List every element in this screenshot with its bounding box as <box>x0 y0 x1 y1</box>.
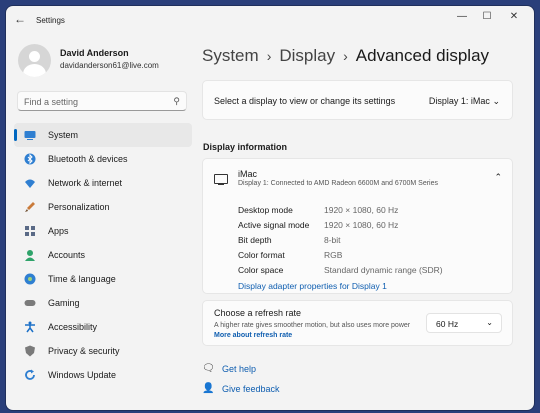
display-select-value: Display 1: iMac <box>428 96 490 106</box>
sidebar-item-apps[interactable]: Apps <box>14 219 192 243</box>
monitor-icon <box>214 174 228 185</box>
info-value: 1920 × 1080, 60 Hz <box>324 220 399 230</box>
sidebar-item-network[interactable]: Network & internet <box>14 171 192 195</box>
sidebar-item-label: System <box>48 130 79 140</box>
sidebar-item-personalization[interactable]: Personalization <box>14 195 192 219</box>
search-placeholder: Find a setting <box>24 97 79 107</box>
chevron-right-icon: › <box>343 48 348 64</box>
refresh-rate-value: 60 Hz <box>436 319 459 329</box>
display-info-card: iMac Display 1: Connected to AMD Radeon … <box>202 158 513 294</box>
sidebar-item-label: Accessibility <box>48 322 98 332</box>
apps-icon <box>25 226 35 236</box>
give-feedback-link[interactable]: Give feedback <box>222 384 280 394</box>
sidebar-item-accounts[interactable]: Accounts <box>14 243 192 267</box>
page-title: Advanced display <box>355 46 490 65</box>
chevron-up-icon[interactable]: ⌃ <box>494 172 502 183</box>
accounts-icon <box>25 250 35 261</box>
refresh-rate-desc-text: A higher rate gives smoother motion, but… <box>214 322 411 329</box>
adapter-properties-link[interactable]: Display adapter properties for Display 1 <box>238 281 387 291</box>
info-label: Bit depth <box>238 235 272 245</box>
more-about-refresh-link[interactable]: More about refresh rate <box>214 332 292 339</box>
sidebar-item-label: Gaming <box>48 298 80 308</box>
sidebar-item-time-language[interactable]: Time & language <box>14 267 192 291</box>
section-title: Display information <box>203 142 288 152</box>
info-value: 8-bit <box>324 235 341 245</box>
sidebar-item-bluetooth[interactable]: Bluetooth & devices <box>14 147 192 171</box>
info-value: RGB <box>324 250 343 260</box>
chevron-down-icon: ⌄ <box>492 96 500 106</box>
refresh-rate-title: Choose a refresh rate <box>214 308 302 318</box>
sidebar-item-label: Bluetooth & devices <box>48 154 128 164</box>
feedback-icon: 👤 <box>202 383 215 394</box>
display-select-label: Select a display to view or change its s… <box>214 96 396 106</box>
sidebar-item-label: Network & internet <box>48 178 123 188</box>
maximize-icon[interactable]: ☐ <box>479 11 495 25</box>
sidebar-nav: System Bluetooth & devices Network & int… <box>14 123 192 387</box>
gaming-icon <box>24 300 36 306</box>
sidebar-item-label: Privacy & security <box>48 346 120 356</box>
info-value: 1920 × 1080, 60 Hz <box>324 205 399 215</box>
sidebar-item-label: Time & language <box>48 274 116 284</box>
info-row: Color format RGB <box>238 250 342 260</box>
sidebar-item-label: Apps <box>48 226 69 236</box>
sidebar-item-gaming[interactable]: Gaming <box>14 291 192 315</box>
info-row: Bit depth 8-bit <box>238 235 341 245</box>
sidebar-item-label: Windows Update <box>48 370 117 380</box>
display-subtitle: Display 1: Connected to AMD Radeon 6600M… <box>238 180 439 187</box>
close-icon[interactable]: ✕ <box>506 11 522 25</box>
chevron-right-icon: › <box>266 48 272 64</box>
info-label: Active signal mode <box>238 220 310 230</box>
info-value: Standard dynamic range (SDR) <box>324 265 443 275</box>
display-select-card: Select a display to view or change its s… <box>202 80 513 120</box>
breadcrumb-system[interactable]: System <box>202 46 259 65</box>
refresh-rate-desc: A higher rate gives smoother motion, but… <box>214 321 414 341</box>
accessibility-icon <box>25 321 35 333</box>
chevron-down-icon: ⌄ <box>486 318 493 327</box>
sidebar-item-accessibility[interactable]: Accessibility <box>14 315 192 339</box>
info-label: Color space <box>238 265 284 275</box>
avatar <box>18 44 51 77</box>
settings-window: ← Settings — ☐ ✕ David Anderson davidand… <box>6 6 534 410</box>
bluetooth-icon <box>24 153 36 165</box>
sidebar-item-system[interactable]: System <box>14 123 192 147</box>
info-row: Active signal mode 1920 × 1080, 60 Hz <box>238 220 398 230</box>
system-icon <box>24 131 36 140</box>
info-label: Color format <box>238 250 285 260</box>
sidebar-item-privacy[interactable]: Privacy & security <box>14 339 192 363</box>
globe-icon <box>24 273 36 285</box>
title-bar: ← Settings — ☐ ✕ <box>6 6 534 34</box>
breadcrumb-display[interactable]: Display <box>279 46 335 65</box>
refresh-rate-dropdown[interactable]: 60 Hz ⌄ <box>426 313 502 333</box>
search-input[interactable]: Find a setting ⚲ <box>17 91 187 111</box>
update-icon <box>25 369 35 380</box>
shield-icon <box>25 345 35 357</box>
help-icon: 🗨 <box>202 363 215 374</box>
info-label: Desktop mode <box>238 205 293 215</box>
info-row: Color space Standard dynamic range (SDR) <box>238 265 443 275</box>
user-email: davidanderson61@live.com <box>60 61 159 70</box>
sidebar-item-windows-update[interactable]: Windows Update <box>14 363 192 387</box>
user-name: David Anderson <box>60 48 129 58</box>
window-title: Settings <box>36 16 65 25</box>
brush-icon <box>25 202 35 212</box>
sidebar-item-label: Personalization <box>48 202 110 212</box>
minimize-icon[interactable]: — <box>454 11 470 25</box>
info-row: Desktop mode 1920 × 1080, 60 Hz <box>238 205 398 215</box>
get-help-link[interactable]: Get help <box>222 364 256 374</box>
sidebar-item-label: Accounts <box>48 250 86 260</box>
wifi-icon <box>25 179 35 188</box>
breadcrumb: System › Display › Advanced display <box>202 46 489 66</box>
display-name: iMac <box>238 169 258 179</box>
display-select-dropdown[interactable]: Display 1: iMac ⌄ <box>429 96 500 107</box>
search-icon: ⚲ <box>173 96 180 106</box>
refresh-rate-card: Choose a refresh rate A higher rate give… <box>202 300 513 346</box>
back-arrow-icon[interactable]: ← <box>14 12 26 26</box>
